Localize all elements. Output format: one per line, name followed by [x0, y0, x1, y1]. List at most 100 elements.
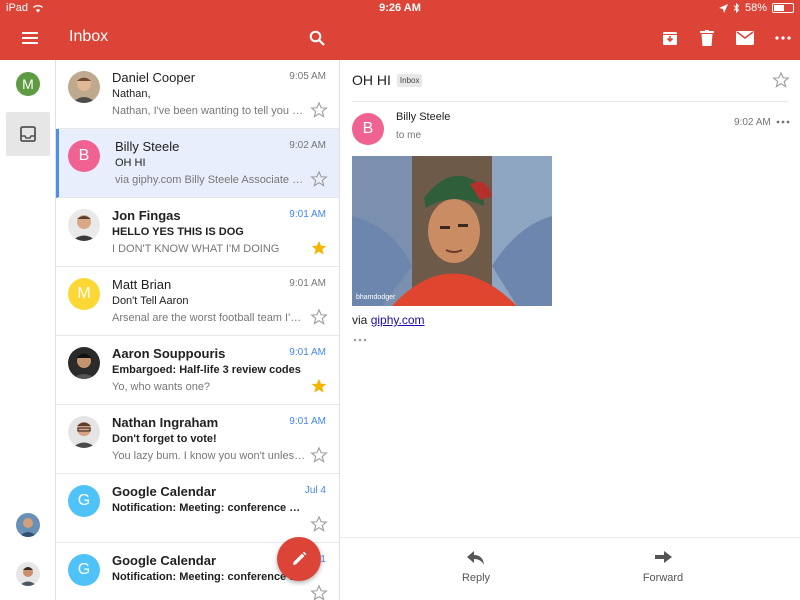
recipient-summary[interactable]: to me [396, 130, 421, 141]
message-time: Jul 4 [304, 485, 326, 496]
archive-icon [663, 32, 677, 45]
mail-icon [736, 31, 754, 45]
list-item[interactable]: Nathan Ingraham 9:01 AM Don't forget to … [56, 405, 339, 474]
sender-name: Google Calendar [112, 553, 217, 568]
archive-button[interactable] [657, 26, 683, 50]
gif-picture [352, 156, 552, 306]
battery-percent: 58% [744, 2, 767, 14]
message-snippet: Nathan, I've been wanting to tell you th… [112, 105, 306, 117]
sender-name: Billy Steele [115, 139, 180, 154]
list-item[interactable]: G Google Calendar Jul 4 Notification: Me… [56, 474, 339, 543]
reply-icon [467, 551, 484, 565]
message-snippet: I DON'T KNOW WHAT I'M DOING [112, 243, 280, 255]
reply-label: Reply [461, 572, 491, 584]
sender-name: Billy Steele [396, 111, 451, 123]
forward-button[interactable]: Forward [623, 550, 703, 584]
show-quoted-icon[interactable] [352, 336, 368, 344]
message-subject: Notification: Meeting: conference ro... [112, 502, 302, 514]
star-outline-icon[interactable] [310, 101, 328, 119]
star-outline-icon[interactable] [310, 308, 328, 326]
star-filled-icon[interactable] [310, 377, 328, 395]
reply-button[interactable]: Reply [436, 550, 516, 584]
action-footer: Reply Forward [340, 537, 800, 600]
detail-subject: OH HI [352, 72, 391, 88]
sender-name: Nathan Ingraham [112, 415, 219, 430]
avatar [68, 416, 100, 448]
forward-icon [655, 551, 672, 563]
person-photo-icon [68, 71, 100, 103]
status-bar: iPad 9:26 AM 58% [0, 0, 800, 16]
message-subject: Embargoed: Half-life 3 review codes [112, 364, 301, 376]
gif-image[interactable] [352, 156, 552, 306]
via-line: via giphy.com [352, 313, 425, 327]
delete-button[interactable] [694, 26, 720, 50]
message-snippet: Arsenal are the worst football team I've… [112, 312, 306, 324]
more-icon[interactable] [776, 116, 790, 128]
sender-name: Daniel Cooper [112, 70, 196, 85]
list-item[interactable]: Aaron Souppouris 9:01 AM Embargoed: Half… [56, 336, 339, 405]
person-photo-icon [68, 416, 100, 448]
list-item[interactable]: Daniel Cooper 9:05 AM Nathan, Nathan, I'… [56, 60, 339, 129]
more-button[interactable] [770, 26, 796, 50]
menu-button[interactable] [14, 26, 46, 50]
message-snippet: via giphy.com Billy Steele Associate Edi… [115, 174, 309, 186]
mark-unread-button[interactable] [732, 26, 758, 50]
message-snippet: Yo, who wants one? [112, 381, 211, 393]
star-outline-icon[interactable] [310, 170, 328, 188]
star-filled-icon[interactable] [310, 239, 328, 257]
sender-name: Aaron Souppouris [112, 346, 226, 361]
account-rail: M [0, 60, 56, 600]
avatar [68, 71, 100, 103]
person-photo-icon [68, 347, 100, 379]
avatar: G [68, 485, 100, 517]
message-time: 9:01 AM [289, 209, 326, 220]
message-subject: Nathan, [112, 88, 151, 100]
search-button[interactable] [304, 26, 330, 50]
inbox-folder-button[interactable] [6, 112, 50, 156]
forward-label: Forward [642, 572, 684, 584]
message-subject: Notification: Meeting: conference ro... [112, 571, 302, 583]
list-item-selected[interactable]: B Billy Steele 9:02 AM OH HI via giphy.c… [56, 129, 339, 198]
page-title: Inbox [69, 28, 109, 45]
star-outline-icon[interactable] [310, 515, 328, 533]
person-photo-icon [16, 513, 40, 537]
bluetooth-icon [733, 3, 740, 13]
star-outline-icon[interactable] [310, 446, 328, 464]
divider [352, 101, 788, 102]
star-outline-icon[interactable] [310, 584, 328, 600]
current-account-avatar[interactable]: M [16, 72, 40, 96]
avatar [68, 209, 100, 241]
compose-button[interactable] [277, 537, 321, 581]
account-avatar[interactable] [16, 562, 40, 586]
message-subject: OH HI [115, 157, 146, 169]
message-time: 9:05 AM [289, 71, 326, 82]
message-subject: Don't forget to vote! [112, 433, 217, 445]
trash-icon [700, 30, 714, 46]
giphy-link[interactable]: giphy.com [371, 313, 425, 327]
app-bar: Inbox [0, 16, 800, 60]
list-item[interactable]: Jon Fingas 9:01 AM HELLO YES THIS IS DOG… [56, 198, 339, 267]
sender-avatar: B [352, 113, 384, 145]
avatar: G [68, 554, 100, 586]
sender-name: Google Calendar [112, 484, 217, 499]
message-time: 9:01 AM [289, 416, 326, 427]
message-subject: HELLO YES THIS IS DOG [112, 226, 244, 238]
avatar: B [68, 140, 100, 172]
menu-icon [22, 32, 38, 44]
gif-watermark: bhamdodger [356, 294, 396, 301]
message-time: 9:02 AM [734, 117, 771, 128]
account-avatar[interactable] [16, 513, 40, 537]
sender-name: Jon Fingas [112, 208, 181, 223]
person-photo-icon [16, 562, 40, 586]
message-time: 9:01 AM [289, 278, 326, 289]
more-icon [775, 36, 791, 40]
message-detail: OH HI Inbox B Billy Steele to me 9:02 AM… [340, 60, 800, 600]
list-item[interactable]: M Matt Brian 9:01 AM Don't Tell Aaron Ar… [56, 267, 339, 336]
inbox-label-chip[interactable]: Inbox [396, 73, 423, 87]
person-photo-icon [68, 209, 100, 241]
star-outline-icon[interactable] [772, 71, 790, 89]
via-prefix: via [352, 313, 368, 327]
message-subject: Don't Tell Aaron [112, 295, 189, 307]
status-time: 9:26 AM [379, 2, 421, 14]
avatar: M [68, 278, 100, 310]
